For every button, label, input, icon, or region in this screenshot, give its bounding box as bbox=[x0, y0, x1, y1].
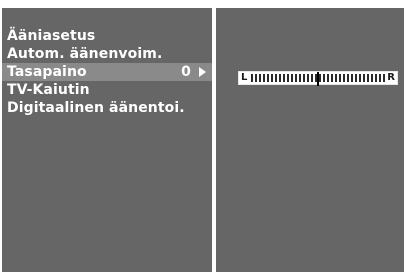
menu-item-sound-setting[interactable]: Ääniasetus bbox=[2, 27, 212, 45]
balance-slider[interactable]: L R bbox=[238, 71, 398, 86]
balance-value: 0 bbox=[181, 64, 191, 80]
balance-track[interactable] bbox=[251, 72, 385, 86]
balance-center-marker[interactable] bbox=[317, 72, 319, 86]
arrow-right-icon[interactable] bbox=[199, 67, 206, 77]
menu-item-label: Digitaalinen äänentoi. bbox=[7, 100, 185, 116]
menu-item-tv-speaker[interactable]: TV-Kaiutin bbox=[2, 81, 212, 99]
balance-right-label: R bbox=[387, 72, 395, 83]
sound-settings-menu: Ääniasetus Autom. äänenvoim. Tasapaino 0… bbox=[2, 27, 212, 117]
adjustment-panel: L R bbox=[216, 8, 404, 272]
tv-osd-screen: Ääniasetus Autom. äänenvoim. Tasapaino 0… bbox=[0, 0, 406, 278]
menu-item-label: Tasapaino bbox=[7, 64, 87, 80]
menu-item-balance[interactable]: Tasapaino 0 bbox=[2, 63, 212, 81]
menu-item-label: Autom. äänenvoim. bbox=[7, 46, 163, 62]
menu-item-label: Ääniasetus bbox=[7, 28, 96, 44]
menu-item-label: TV-Kaiutin bbox=[7, 82, 90, 98]
menu-item-digital-audio[interactable]: Digitaalinen äänentoi. bbox=[2, 99, 212, 117]
menu-item-value-group: 0 bbox=[181, 63, 206, 81]
balance-left-label: L bbox=[241, 72, 248, 83]
menu-panel: Ääniasetus Autom. äänenvoim. Tasapaino 0… bbox=[2, 8, 212, 272]
menu-item-auto-volume[interactable]: Autom. äänenvoim. bbox=[2, 45, 212, 63]
